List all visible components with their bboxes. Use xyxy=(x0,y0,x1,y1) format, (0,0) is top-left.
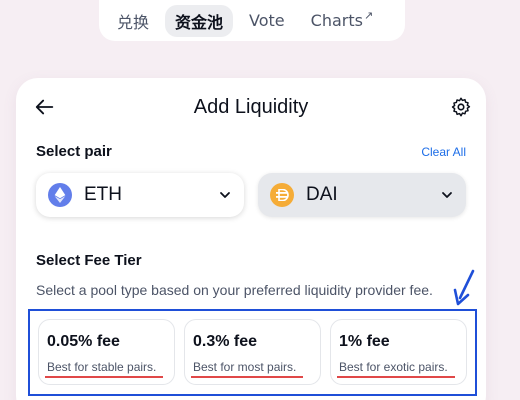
fee-tier-subtitle: Best for exotic pairs. xyxy=(339,360,448,374)
nav-tab-label: Vote xyxy=(249,11,285,30)
chevron-down-icon xyxy=(442,192,452,198)
top-nav: 兑换 资金池 Vote Charts ↗ xyxy=(99,0,405,41)
fee-tier-subtitle: Best for stable pairs. xyxy=(47,360,157,374)
card-header: Add Liquidity xyxy=(16,92,486,124)
token-select-dai[interactable]: DAI xyxy=(258,173,466,217)
nav-tab-label: Charts xyxy=(310,11,363,30)
nav-tab-vote[interactable]: Vote xyxy=(239,5,295,37)
fee-tier-option[interactable]: 0.3% fee Best for most pairs. xyxy=(184,319,321,385)
fee-tier-title: 1% fee xyxy=(339,333,390,350)
fee-tier-title: 0.3% fee xyxy=(193,333,258,350)
fee-tier-label: Select Fee Tier xyxy=(36,252,142,269)
nav-tab-pool[interactable]: 资金池 xyxy=(165,4,234,37)
gear-icon[interactable] xyxy=(450,96,472,118)
annotation-arrow-icon xyxy=(453,269,475,306)
fee-tier-option[interactable]: 1% fee Best for exotic pairs. xyxy=(330,319,467,385)
annotation-underline xyxy=(337,376,455,378)
external-link-icon: ↗ xyxy=(363,9,374,22)
token-symbol: ETH xyxy=(84,184,122,205)
fee-tier-title: 0.05% fee xyxy=(47,333,120,350)
fee-tier-description: Select a pool type based on your preferr… xyxy=(36,282,433,298)
eth-logo-icon xyxy=(48,183,72,207)
fee-tier-option[interactable]: 0.05% fee Best for stable pairs. xyxy=(38,319,175,385)
fee-tier-subtitle: Best for most pairs. xyxy=(193,360,297,374)
annotation-underline xyxy=(191,376,303,378)
select-pair-label: Select pair xyxy=(36,143,112,160)
fee-tier-group: 0.05% fee Best for stable pairs. 0.3% fe… xyxy=(28,309,477,396)
nav-tab-label: 兑换 xyxy=(117,12,150,32)
clear-all-button[interactable]: Clear All xyxy=(421,145,466,159)
nav-tab-charts[interactable]: Charts ↗ xyxy=(301,5,384,37)
chevron-down-icon xyxy=(220,192,230,198)
add-liquidity-card: Add Liquidity Select pair Clear All ETH xyxy=(16,78,486,400)
nav-tab-label: 资金池 xyxy=(175,12,224,32)
token-select-eth[interactable]: ETH xyxy=(36,173,244,217)
nav-tab-swap[interactable]: 兑换 xyxy=(107,5,159,37)
token-symbol: DAI xyxy=(306,184,338,205)
page-title: Add Liquidity xyxy=(193,96,309,118)
dai-logo-icon xyxy=(270,183,294,207)
annotation-underline xyxy=(45,376,163,378)
